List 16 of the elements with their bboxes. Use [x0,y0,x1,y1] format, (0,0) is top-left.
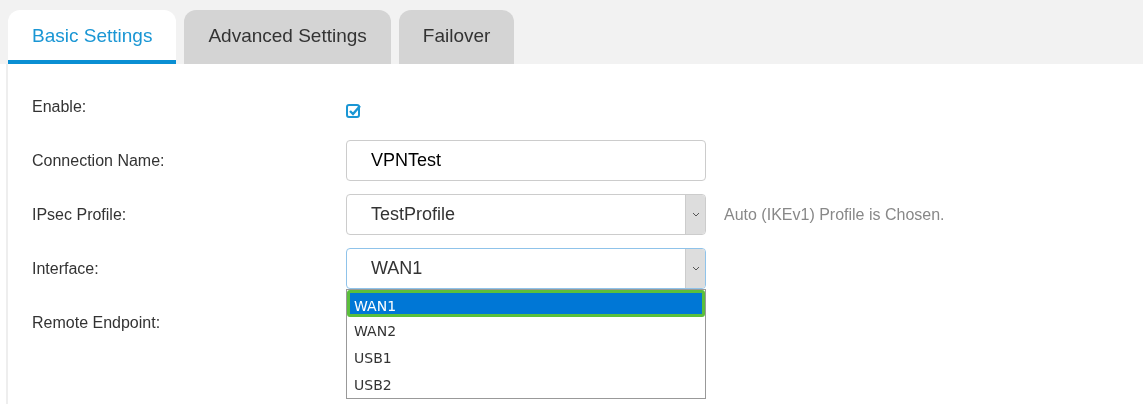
dropdown-option[interactable]: USB1 [347,344,705,371]
field-label: IPsec Profile: [32,204,128,225]
field-label: Interface: [32,258,100,279]
field-label: Enable: [32,96,88,117]
tab[interactable]: Failover [398,10,515,64]
dropdown-option[interactable]: WAN1 [347,290,705,317]
dropdown-option[interactable]: USB2 [347,371,705,398]
dropdown-caret-icon [685,249,705,288]
tab[interactable]: Advanced Settings [184,10,391,64]
field-label: Remote Endpoint: [32,312,162,333]
dropdown-option[interactable]: WAN2 [347,317,705,344]
dropdown-caret-icon [685,195,705,234]
text-field[interactable]: VPNTest [346,140,706,181]
hint-text: Auto (IKEv1) Profile is Chosen. [724,204,945,225]
field-label: Connection Name: [32,150,166,171]
select-field[interactable]: TestProfile [346,194,706,235]
